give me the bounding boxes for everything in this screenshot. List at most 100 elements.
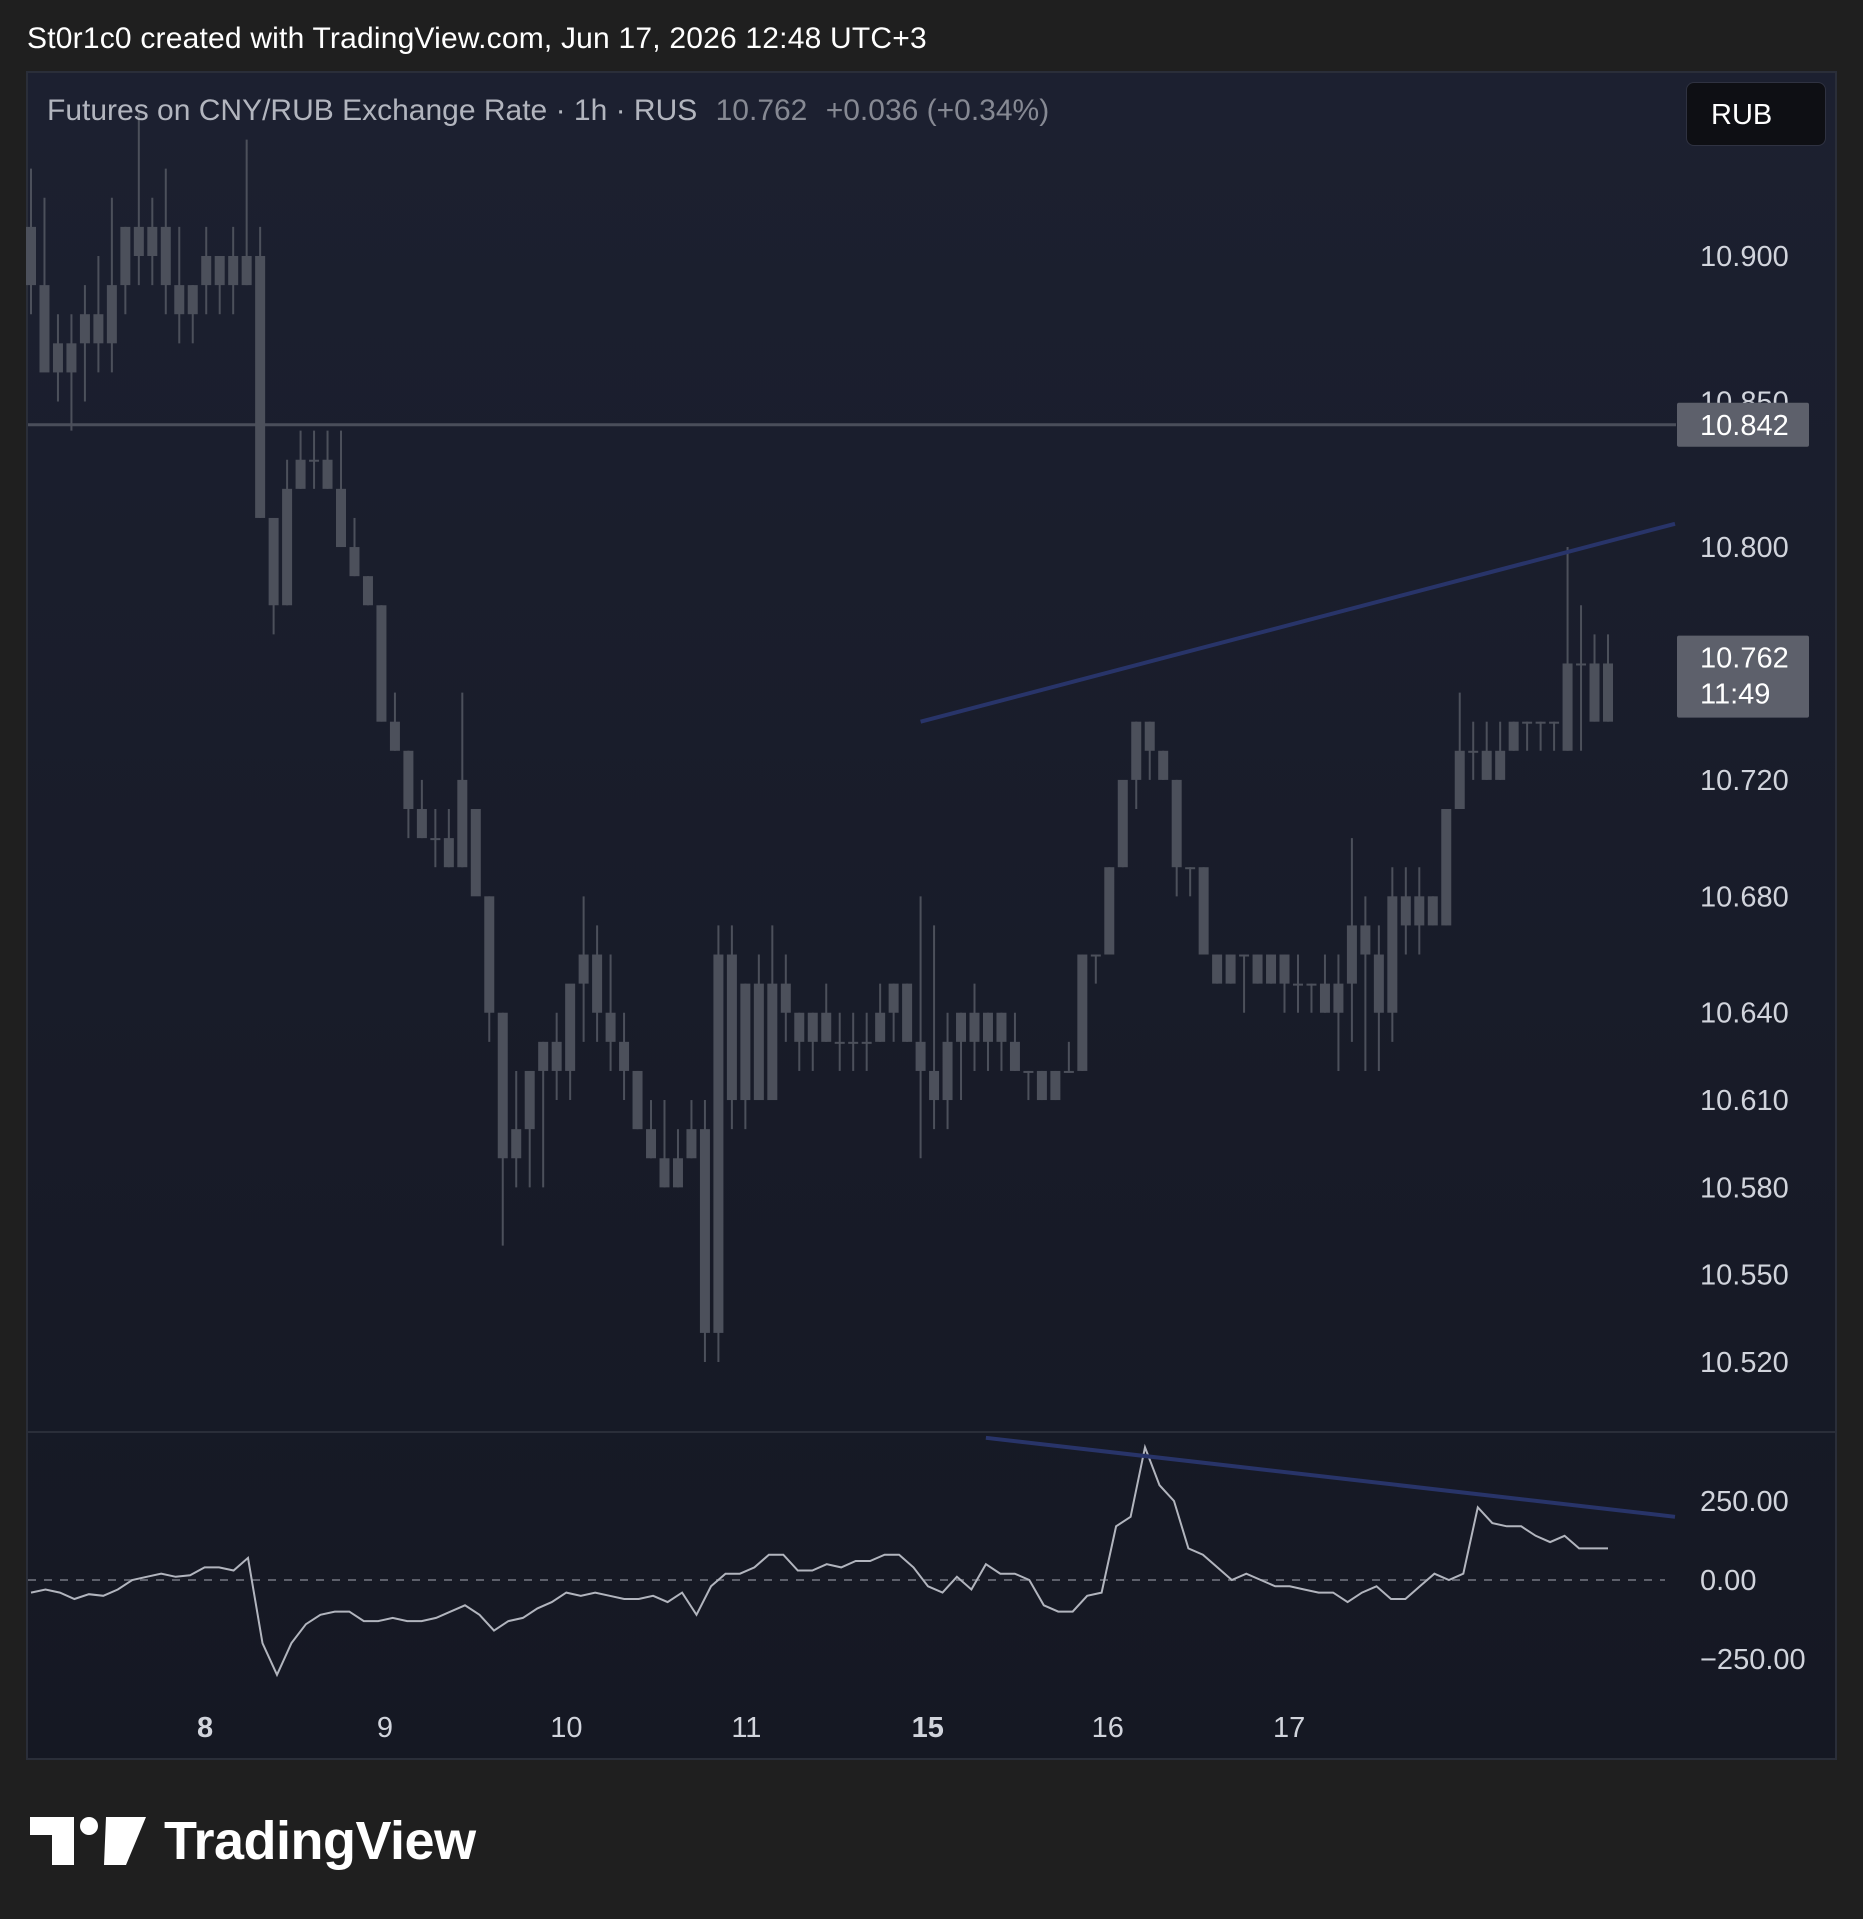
candle-body	[1360, 925, 1371, 955]
candle-body	[1090, 954, 1101, 957]
price-axis-tick: 10.550	[1700, 1260, 1789, 1292]
candle-body	[309, 459, 320, 462]
candle-body	[834, 1041, 845, 1044]
candle-body	[1104, 867, 1115, 955]
candle-body	[551, 1041, 562, 1071]
candle-body	[66, 343, 77, 373]
candle-body	[26, 226, 36, 286]
candle-body	[416, 809, 427, 839]
candle-body	[1131, 721, 1142, 780]
price-axis-tick: 10.520	[1700, 1347, 1789, 1379]
candle-body	[1468, 750, 1479, 753]
candle-body	[241, 256, 252, 286]
candle-body	[767, 983, 778, 1101]
tradingview-logo-text: TradingView	[164, 1811, 476, 1871]
candle-body	[1454, 750, 1465, 809]
candle-body	[1495, 750, 1506, 780]
price-pane	[26, 110, 1676, 1362]
candle-body	[147, 226, 158, 256]
candle-body	[996, 1012, 1007, 1042]
candle-body	[1279, 954, 1290, 984]
candle-body	[672, 1158, 683, 1188]
candle-body	[214, 256, 225, 286]
time-axis-tick: 16	[1092, 1712, 1124, 1744]
candle-body	[969, 1012, 980, 1042]
candle-body	[780, 983, 791, 1013]
candle-body	[187, 285, 198, 315]
chart-canvas[interactable]: 10.90010.85010.80010.72010.68010.64010.6…	[0, 0, 1863, 1919]
candle-body	[403, 750, 414, 809]
candle-body	[1063, 1070, 1074, 1073]
candle-body	[1387, 896, 1398, 1013]
candle-body	[255, 256, 266, 518]
candle-body	[106, 285, 117, 344]
time-axis-tick: 10	[550, 1712, 582, 1744]
oscillator-pane	[28, 1435, 1676, 1678]
last-price-countdown: 11:49	[1700, 679, 1770, 711]
candle-body	[1266, 954, 1277, 984]
oscillator-trendline	[985, 1435, 1676, 1519]
candle-body	[1319, 983, 1330, 1013]
tradingview-logo-icon	[30, 1817, 146, 1865]
candle-body	[470, 809, 481, 897]
candle-body	[713, 954, 724, 1333]
candle-body	[376, 605, 387, 722]
candle-body	[888, 983, 899, 1013]
oscillator-axis-tick: 0.00	[1700, 1565, 1756, 1597]
candle-body	[807, 1012, 818, 1042]
candle-body	[1522, 721, 1533, 724]
candle-body	[915, 1041, 926, 1071]
candle-body	[1023, 1070, 1034, 1073]
candle-body	[592, 954, 603, 1013]
candle-body	[1508, 721, 1519, 751]
price-axis-tick: 10.720	[1700, 765, 1789, 797]
candle-body	[1589, 663, 1600, 722]
candle-body	[201, 256, 212, 286]
candle-body	[497, 1012, 508, 1159]
candle-body	[430, 838, 441, 841]
candle-body	[902, 983, 913, 1042]
candle-body	[565, 983, 576, 1071]
candle-body	[295, 459, 306, 489]
candle-body	[753, 983, 764, 1101]
price-axis-tick: 10.680	[1700, 881, 1789, 913]
candle-body	[1117, 779, 1128, 868]
candle-body	[1549, 721, 1560, 724]
candle-body	[443, 838, 454, 868]
candle-body	[1535, 721, 1546, 724]
candle-body	[942, 1041, 953, 1101]
candle-body	[1400, 896, 1411, 926]
candle-body	[1185, 867, 1196, 870]
candle-body	[726, 954, 737, 1101]
candle-body	[389, 721, 400, 751]
time-axis-tick: 11	[731, 1712, 761, 1744]
time-axis-tick: 8	[197, 1712, 213, 1744]
price-axis-tick: 10.610	[1700, 1085, 1789, 1117]
candle-body	[929, 1070, 940, 1101]
currency-button[interactable]: RUB	[1686, 82, 1826, 146]
candle-body	[39, 285, 50, 373]
last-price-label: 10.762	[1700, 643, 1789, 675]
candle-body	[282, 488, 293, 606]
candle-body	[1373, 954, 1384, 1013]
candle-body	[1252, 954, 1263, 984]
candle-body	[956, 1012, 967, 1042]
candle-body	[821, 1012, 832, 1042]
candle-body	[484, 896, 495, 1013]
candle-body	[228, 256, 239, 286]
candle-body	[336, 488, 347, 548]
candle-body	[982, 1012, 993, 1042]
candle-body	[133, 226, 144, 256]
candle-body	[174, 285, 185, 315]
candle-body	[268, 517, 279, 606]
oscillator-axis-tick: −250.00	[1700, 1644, 1806, 1676]
candle-body	[1576, 663, 1587, 666]
candle-body	[1009, 1041, 1020, 1071]
tradingview-logo[interactable]: TradingView	[30, 1810, 476, 1872]
price-axis-tick: 10.900	[1700, 241, 1789, 273]
candle-body	[740, 983, 751, 1101]
candle-body	[349, 547, 360, 577]
price-axis-tick: 10.800	[1700, 532, 1789, 564]
candle-body	[1144, 721, 1155, 751]
candle-body	[1158, 750, 1169, 780]
